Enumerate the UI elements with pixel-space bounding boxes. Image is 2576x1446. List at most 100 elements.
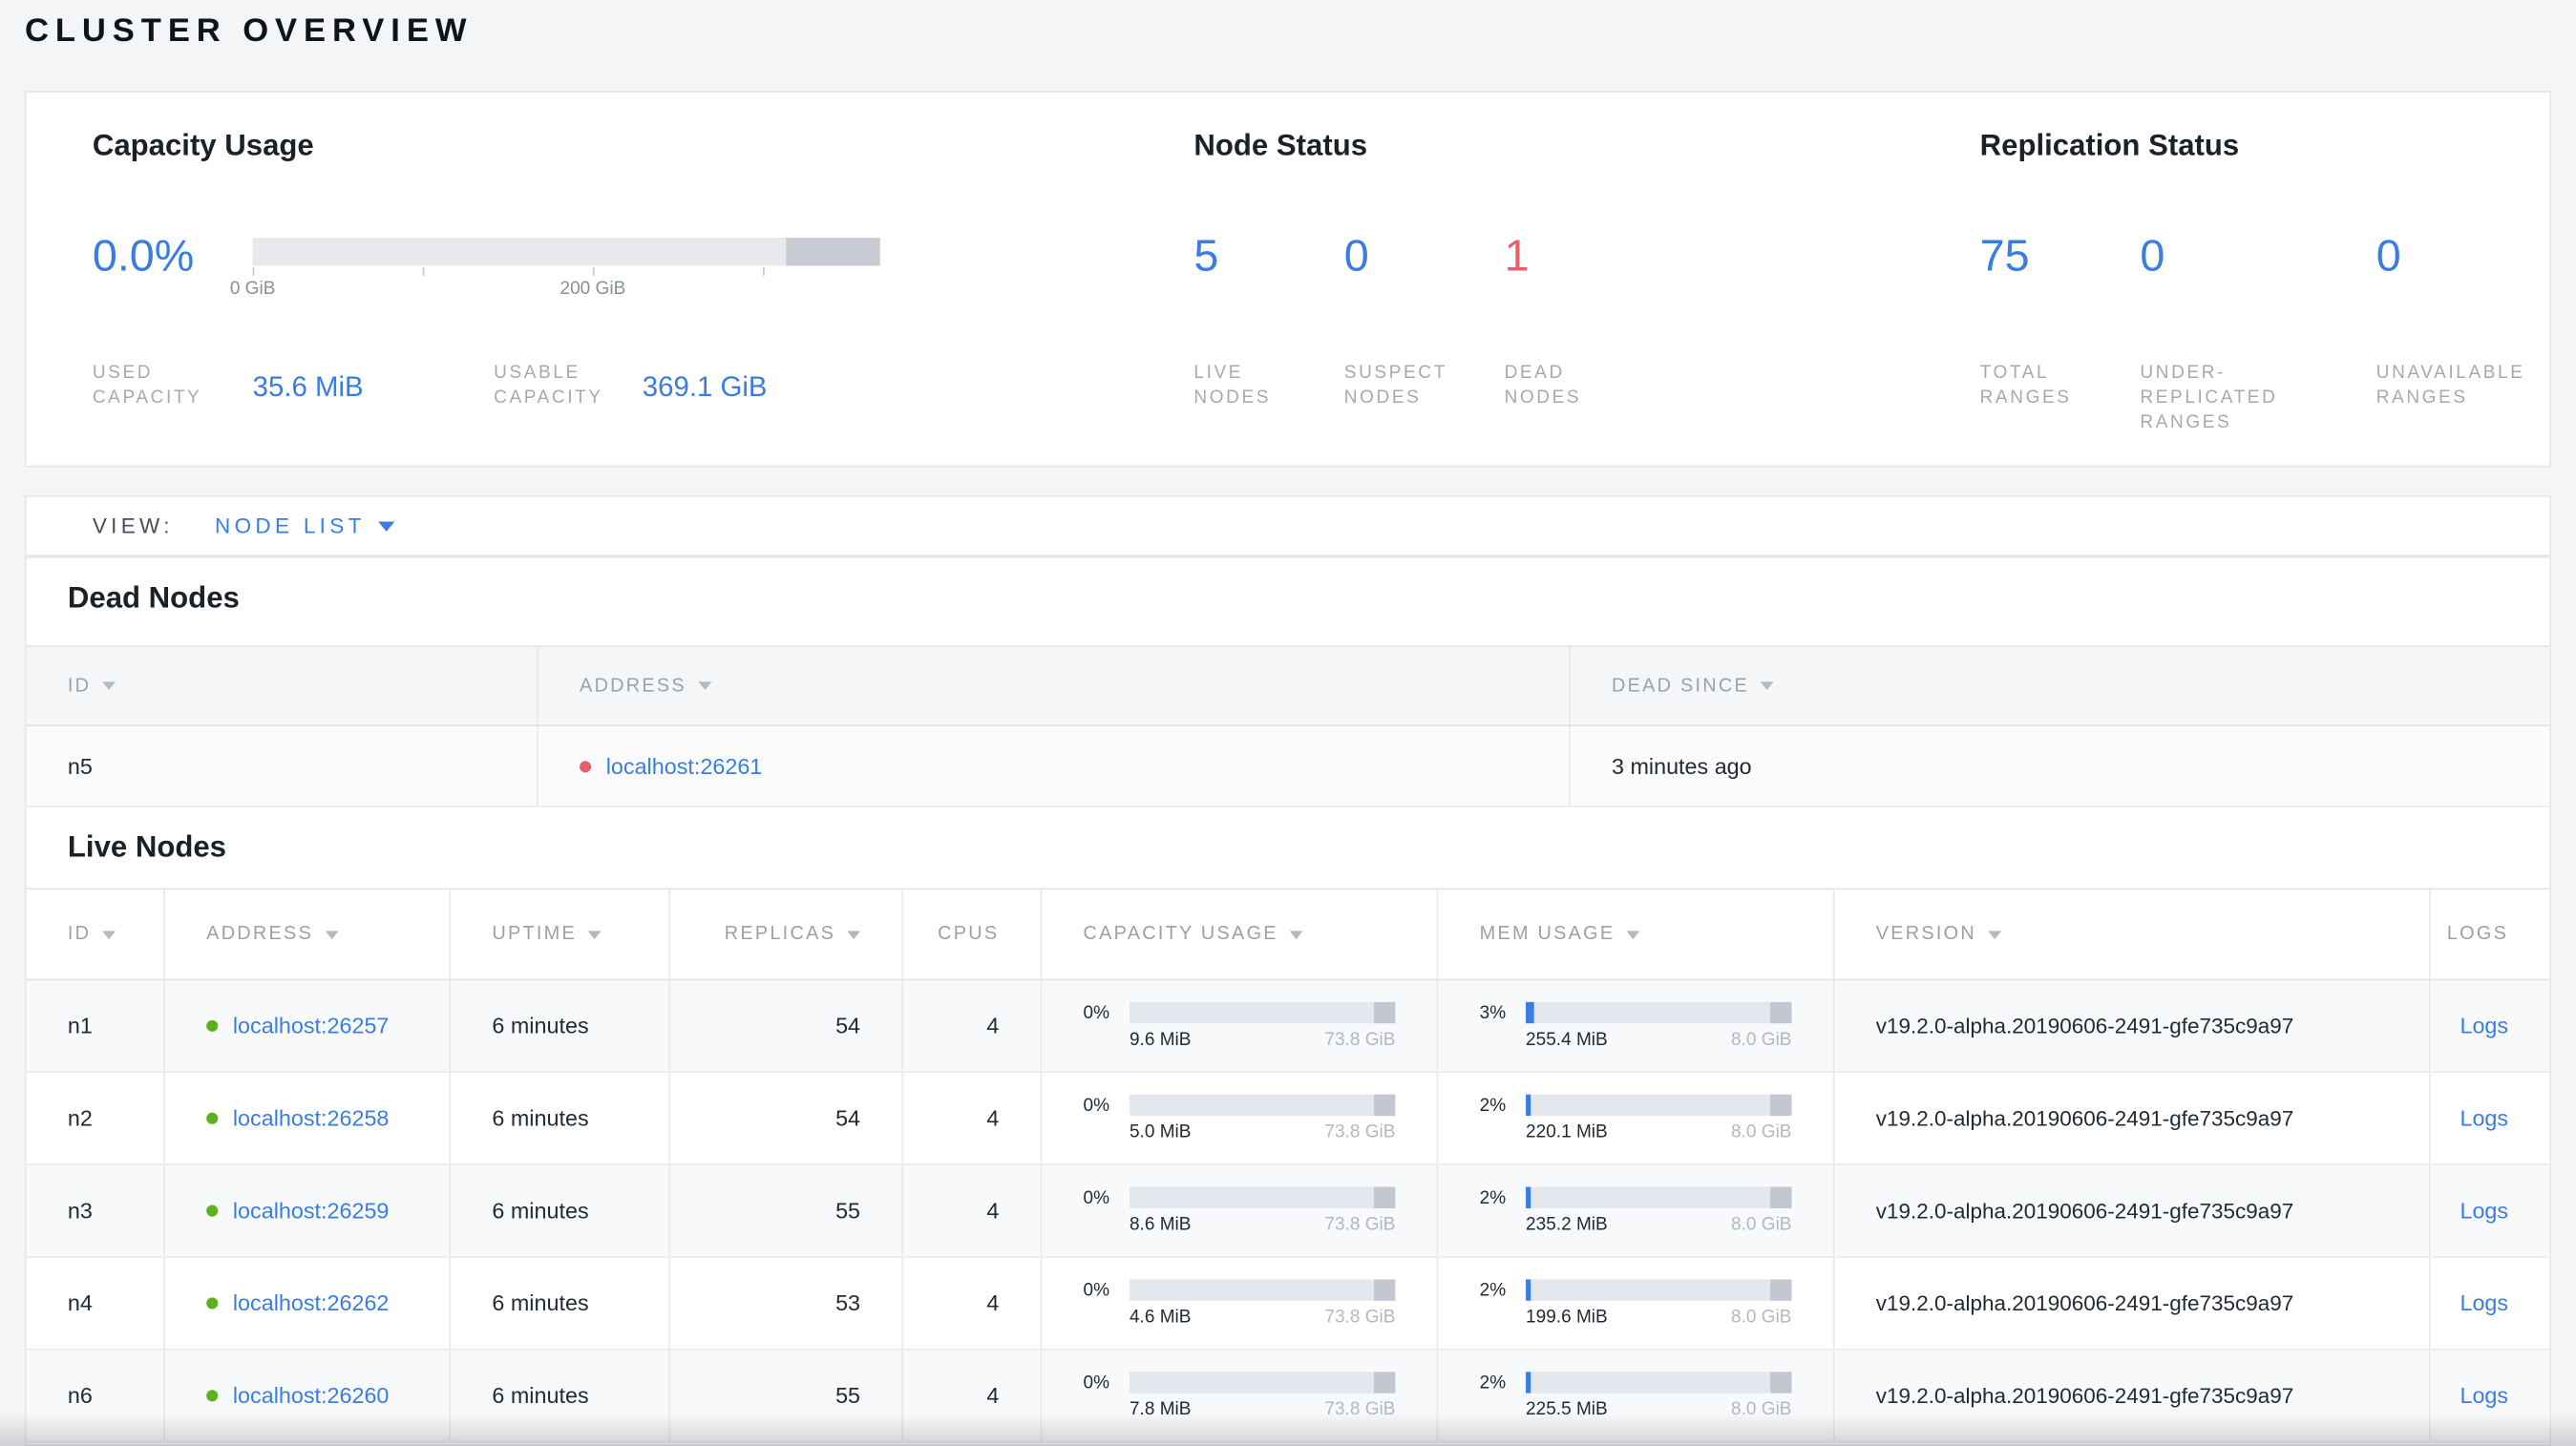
col-header-id[interactable]: ID [27,646,538,725]
capacity-percent: 0% [1083,1373,1110,1393]
capacity-total-value: 73.8 GiB [1324,1030,1396,1050]
node-address-link[interactable]: localhost:26258 [233,1106,390,1131]
col-header-logs: LOGS [2431,890,2550,978]
capacity-percent: 0% [1083,1095,1110,1116]
axis-tick [252,267,255,276]
capacity-bar-track [252,238,880,266]
uptime-cell: 6 minutes [451,1165,671,1257]
node-address-link[interactable]: localhost:26257 [233,1014,390,1038]
logs-link[interactable]: Logs [2460,1014,2508,1038]
col-header-cpus: CPUS [903,890,1043,979]
mem-total-value: 8.0 GiB [1731,1307,1792,1328]
mem-used-value: 220.1 MiB [1526,1122,1608,1142]
cpus-cell: 4 [903,1165,1043,1257]
suspect-nodes-count: 0 [1343,231,1369,282]
axis-tick [763,267,765,276]
cluster-summary-card: Capacity Usage 0.0% 0 GiB 200 GiB USED C… [24,91,2552,468]
under-replicated-ranges-count: 0 [2140,231,2165,282]
under-replicated-ranges-label: UNDER-REPLICATED RANGES [2140,363,2278,433]
replicas-cell: 54 [670,1073,904,1164]
node-id-cell: n4 [27,1257,165,1349]
col-header-replicas[interactable]: REPLICAS [670,890,904,979]
dead-nodes-label: DEAD NODES [1504,363,1582,409]
node-address-cell: localhost:26261 [538,725,1571,806]
chevron-down-icon [378,520,395,532]
col-header-version[interactable]: VERSION [1834,890,2431,979]
node-address-link[interactable]: localhost:26262 [233,1290,390,1315]
sort-caret-icon [1289,930,1303,939]
capacity-percent: 0% [1083,1187,1110,1208]
node-id-cell: n2 [27,1073,165,1164]
live-nodes-table: ID ADDRESS UPTIME REPLICAS CPUS CAPACITY… [26,888,2550,1443]
col-header-label: UPTIME [492,924,578,945]
capacity-used-value: 8.6 MiB [1129,1214,1192,1235]
sort-caret-icon [1761,681,1774,690]
capacity-usage-title: Capacity Usage [92,128,314,162]
col-header-label: MEM USAGE [1479,924,1615,945]
cpus-cell: 4 [903,980,1043,1072]
mem-used-segment [1526,1186,1531,1208]
col-header-address[interactable]: ADDRESS [165,890,452,979]
version-cell: v19.2.0-alpha.20190606-2491-gfe735c9a97 [1834,980,2431,1072]
mem-reserved-segment [1770,1094,1792,1117]
logs-link[interactable]: Logs [2460,1290,2508,1315]
col-header-uptime[interactable]: UPTIME [451,890,671,979]
capacity-usage-cell: 0% 7.8 MiB 73.8 GiB [1042,1350,1439,1441]
dead-nodes-stat: 1 DEAD NODES [1505,228,1670,411]
col-header-label: CAPACITY USAGE [1083,924,1278,945]
mem-percent: 2% [1479,1187,1507,1208]
logs-link[interactable]: Logs [2460,1383,2508,1408]
suspect-nodes-stat: 0 SUSPECT NODES [1344,228,1505,411]
view-bar: VIEW: NODE LIST [24,494,2552,556]
col-header-dead-since[interactable]: DEAD SINCE [1571,647,2550,724]
mem-total-value: 8.0 GiB [1731,1399,1792,1420]
col-header-label: DEAD SINCE [1611,676,1750,696]
mem-total-value: 8.0 GiB [1731,1214,1792,1235]
node-address-cell: localhost:26262 [165,1257,452,1349]
page-title: CLUSTER OVERVIEW [24,12,474,50]
node-address-link[interactable]: localhost:26260 [233,1383,390,1408]
node-id-cell: n3 [27,1165,165,1257]
replication-status-section: Replication Status 75 TOTAL RANGES 0 UND… [1980,93,2542,466]
axis-tick [592,267,595,276]
col-header-label: ID [67,924,92,945]
col-header-mem-usage[interactable]: MEM USAGE [1438,890,1835,979]
mem-percent: 2% [1479,1280,1507,1300]
col-header-capacity-usage[interactable]: CAPACITY USAGE [1042,890,1439,979]
logs-link[interactable]: Logs [2460,1106,2508,1131]
col-header-id[interactable]: ID [27,890,165,979]
node-address-cell: localhost:26257 [165,980,452,1072]
mem-usage-cell: 2% 225.5 MiB 8.0 GiB [1438,1350,1835,1441]
capacity-usage-cell: 0% 9.6 MiB 73.8 GiB [1042,980,1439,1072]
node-address-link[interactable]: localhost:26261 [606,754,763,779]
usable-capacity-label: USABLE CAPACITY [494,363,603,409]
logs-cell: Logs [2431,1258,2550,1349]
under-replicated-ranges-stat: 0 UNDER-REPLICATED RANGES [2140,228,2375,436]
mem-total-value: 8.0 GiB [1731,1122,1792,1142]
dead-nodes-count: 1 [1504,231,1530,282]
view-selector-dropdown[interactable]: NODE LIST [215,513,395,538]
node-address-link[interactable]: localhost:26259 [233,1199,390,1224]
capacity-usage-cell: 0% 5.0 MiB 73.8 GiB [1042,1073,1439,1164]
dead-status-dot-icon [580,760,592,772]
axis-tick-label: 200 GiB [560,279,626,300]
suspect-nodes-label: SUSPECT NODES [1343,363,1447,409]
mem-reserved-segment [1770,1001,1792,1024]
capacity-usage-cell: 0% 4.6 MiB 73.8 GiB [1042,1257,1439,1349]
replicas-cell: 54 [670,980,904,1072]
capacity-used-value: 9.6 MiB [1129,1030,1192,1050]
total-ranges-count: 75 [1979,231,2030,282]
replicas-cell: 53 [670,1257,904,1349]
capacity-usage-section: Capacity Usage 0.0% 0 GiB 200 GiB USED C… [93,93,901,466]
node-address-cell: localhost:26259 [165,1165,452,1257]
logs-link[interactable]: Logs [2460,1199,2508,1224]
version-cell: v19.2.0-alpha.20190606-2491-gfe735c9a97 [1834,1257,2431,1349]
col-header-address[interactable]: ADDRESS [538,646,1571,725]
col-header-label: CPUS [938,924,1000,945]
sort-caret-icon [1988,930,2001,939]
used-capacity-label: USED CAPACITY [92,363,202,409]
live-node-row: n1 localhost:26257 6 minutes 54 4 0% 9.6… [26,980,2550,1074]
healthy-status-dot-icon [206,1297,219,1310]
view-label: VIEW: [92,513,174,538]
capacity-total-value: 73.8 GiB [1324,1399,1396,1420]
